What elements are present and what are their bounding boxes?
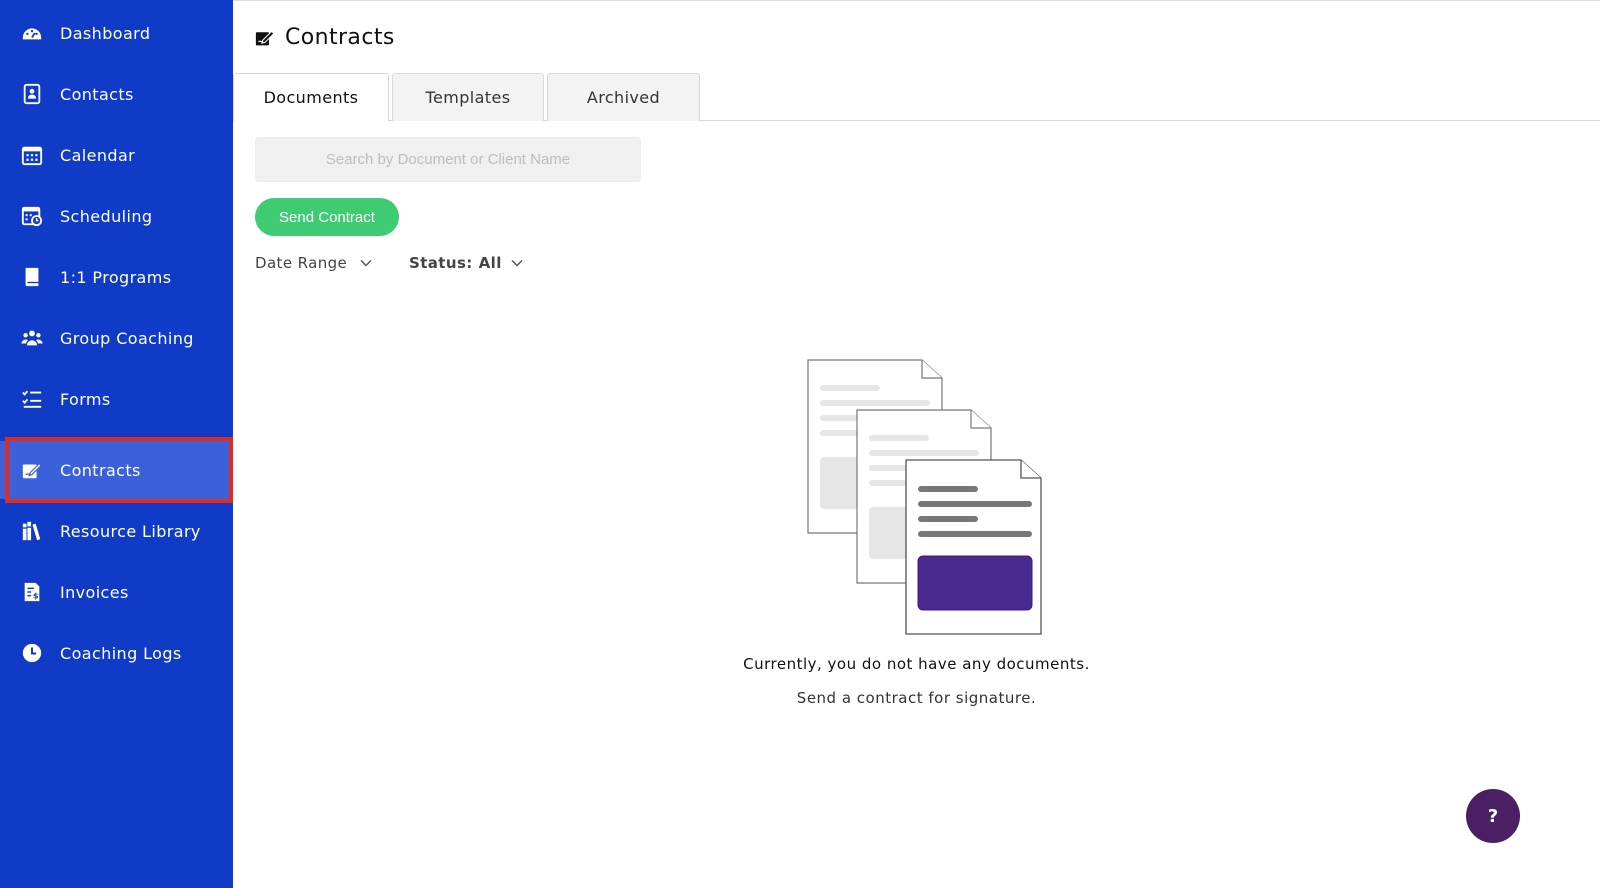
chevron-down-icon (359, 256, 373, 270)
sidebar-item-calendar[interactable]: Calendar (0, 126, 233, 184)
sidebar-item-label: Dashboard (60, 23, 151, 43)
sidebar-item-contacts[interactable]: Contacts (0, 65, 233, 123)
sidebar-item-forms[interactable]: Forms (0, 370, 233, 428)
scheduling-icon (21, 205, 43, 227)
clock-icon (21, 642, 43, 664)
sidebar-item-contracts[interactable]: Contracts (0, 441, 233, 499)
tab-documents[interactable]: Documents (233, 73, 389, 122)
contacts-icon (21, 83, 43, 105)
sidebar-item-label: Calendar (60, 145, 136, 165)
sidebar-item-dashboard[interactable]: Dashboard (0, 4, 233, 62)
sidebar-item-scheduling[interactable]: Scheduling (0, 187, 233, 245)
sidebar-item-invoices[interactable]: $ Invoices (0, 563, 233, 621)
send-contract-button[interactable]: Send Contract (255, 198, 399, 236)
sidebar-item-label: Contracts (60, 460, 141, 480)
status-filter-value: All (478, 254, 502, 272)
calendar-icon (21, 144, 43, 166)
date-range-filter[interactable]: Date Range (255, 251, 373, 275)
empty-state-title: Currently, you do not have any documents… (743, 655, 1090, 673)
sidebar-item-label: Contacts (60, 84, 134, 104)
page-header: Contracts (255, 25, 395, 50)
sidebar-item-resource-library[interactable]: Resource Library (0, 502, 233, 560)
group-icon (21, 327, 43, 349)
sidebar-item-label: Invoices (60, 582, 129, 602)
book-icon (21, 266, 43, 288)
contract-icon (255, 30, 275, 46)
tab-bar: Documents Templates Archived (233, 73, 1600, 122)
status-filter[interactable]: Status: All (409, 251, 524, 275)
empty-documents-illustration (807, 359, 1042, 635)
main-content: Contracts Documents Templates Archived S… (233, 0, 1600, 888)
sidebar-item-label: Group Coaching (60, 328, 194, 348)
status-filter-label: Status: (409, 254, 473, 272)
date-range-label: Date Range (255, 254, 348, 272)
sidebar-item-programs[interactable]: 1:1 Programs (0, 248, 233, 306)
svg-text:$: $ (33, 590, 39, 600)
empty-state-subtitle: Send a contract for signature. (796, 689, 1037, 707)
sidebar-item-label: Forms (60, 389, 111, 409)
sidebar-item-label: 1:1 Programs (60, 267, 172, 287)
sidebar-item-label: Coaching Logs (60, 643, 182, 663)
contract-icon (21, 459, 43, 481)
tab-templates[interactable]: Templates (392, 73, 544, 121)
invoice-icon: $ (21, 581, 43, 603)
checklist-icon (21, 388, 43, 410)
page-title: Contracts (285, 25, 395, 50)
tab-archived[interactable]: Archived (547, 73, 700, 121)
sidebar-item-label: Resource Library (60, 521, 201, 541)
help-button[interactable]: ? (1466, 789, 1520, 843)
sidebar-item-group-coaching[interactable]: Group Coaching (0, 309, 233, 367)
sidebar-item-coaching-logs[interactable]: Coaching Logs (0, 624, 233, 682)
sidebar: Dashboard Contacts Calendar Scheduling 1… (0, 0, 233, 888)
sidebar-item-label: Scheduling (60, 206, 153, 226)
library-icon (21, 520, 43, 542)
search-input[interactable] (255, 137, 641, 182)
dashboard-icon (21, 22, 43, 44)
chevron-down-icon (510, 256, 524, 270)
